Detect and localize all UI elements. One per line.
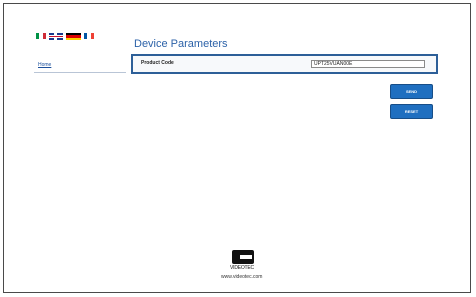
videotec-logo: VIDEOTEC <box>230 250 258 272</box>
send-button[interactable]: SEND <box>390 84 433 99</box>
nav-divider <box>34 72 126 73</box>
product-code-row: Product Code <box>131 54 438 74</box>
logo-mark-icon <box>232 250 254 264</box>
uk-flag-icon[interactable] <box>49 33 63 40</box>
product-code-label: Product Code <box>141 60 174 66</box>
italian-flag-icon[interactable] <box>36 33 46 39</box>
reset-button[interactable]: RESET <box>390 104 433 119</box>
page-title: Device Parameters <box>134 38 228 50</box>
product-code-input[interactable] <box>311 60 425 68</box>
home-link[interactable]: Home <box>38 62 51 68</box>
german-flag-icon[interactable] <box>66 33 81 40</box>
logo-text: VIDEOTEC <box>230 265 254 271</box>
footer-url: www.videotec.com <box>221 274 263 280</box>
french-flag-icon[interactable] <box>84 33 94 39</box>
language-selector <box>36 33 94 40</box>
